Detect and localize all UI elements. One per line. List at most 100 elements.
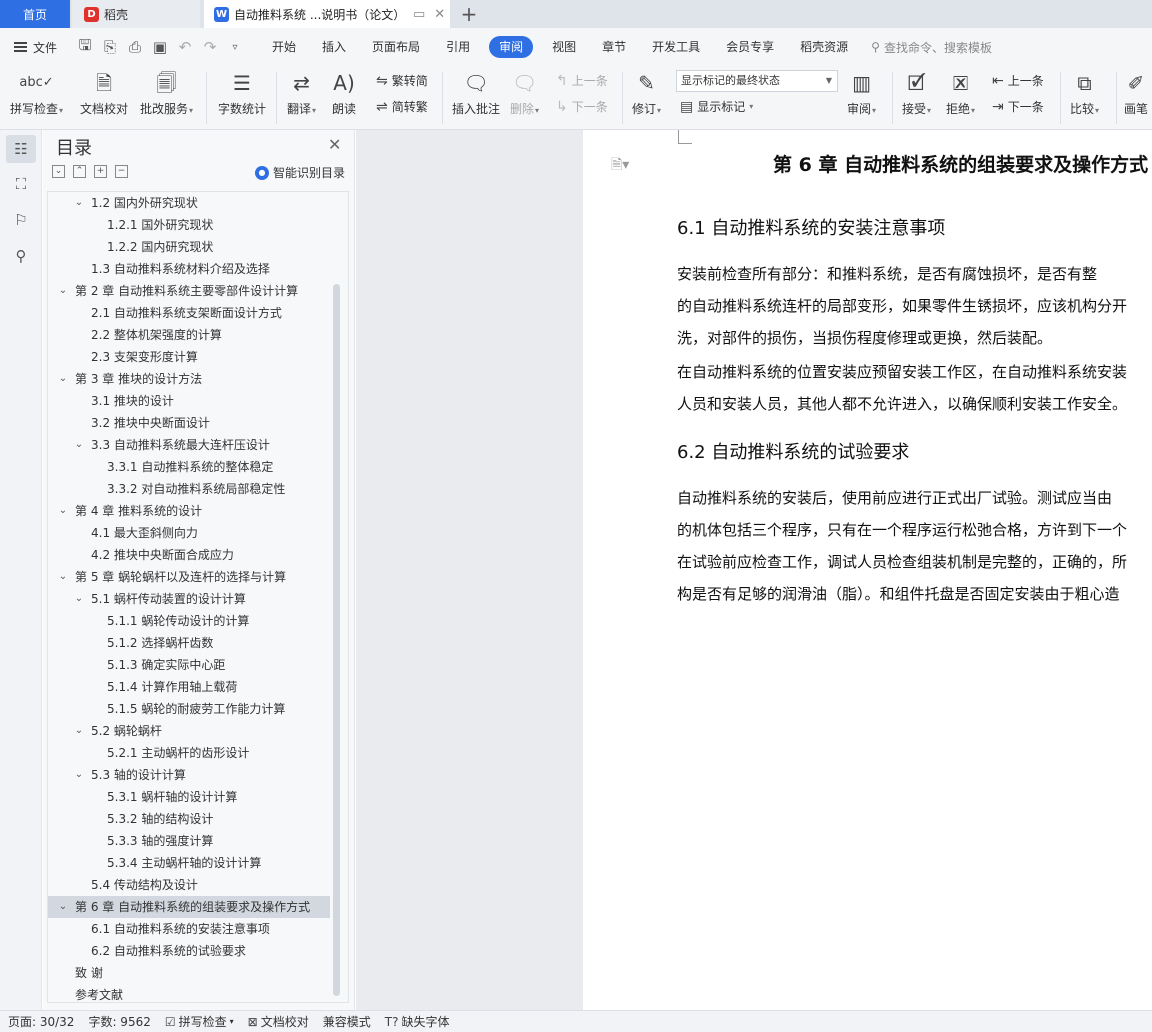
toc-item[interactable]: 5.1.1 蜗轮传动设计的计算 — [48, 610, 330, 632]
batch-service-button[interactable]: 🗐 批改服务▾ — [140, 68, 193, 117]
print-icon[interactable]: ⎙ — [127, 38, 143, 56]
status-spell-check[interactable]: ☑ 拼写检查 ▾ — [165, 1013, 234, 1030]
chevron-down-icon[interactable]: ⌄ — [57, 280, 69, 302]
delete-comment-button[interactable]: 🗨 删除▾ — [510, 68, 539, 117]
pen-button[interactable]: ✐ 画笔 — [1124, 68, 1148, 117]
track-changes-button[interactable]: ✎ 修订▾ — [632, 68, 661, 117]
insert-comment-button[interactable]: 🗨 插入批注 — [452, 68, 500, 117]
toc-item[interactable]: ⌄ 3.3 自动推料系统最大连杆压设计 — [48, 434, 330, 456]
paragraph-menu-icon[interactable]: 🗎▾ — [611, 154, 629, 178]
reject-button[interactable]: 🗷 拒绝▾ — [946, 68, 975, 117]
accept-button[interactable]: 🗹 接受▾ — [902, 68, 931, 117]
missing-font-button[interactable]: T? 缺失字体 — [385, 1013, 450, 1030]
spell-check-button[interactable]: abc✓ 拼写检查▾ — [10, 68, 63, 117]
trad-to-simp-button[interactable]: ⇋ 繁转简 — [376, 72, 428, 89]
toc-item[interactable]: ⌄ 第 6 章 自动推料系统的组装要求及操作方式 — [48, 896, 330, 918]
show-markup-button[interactable]: ▤ 显示标记 ▾ — [680, 98, 753, 115]
tab-pin-icon[interactable]: ▭ — [413, 7, 425, 22]
bookmark-button[interactable]: ⚐ — [6, 206, 36, 234]
toc-item[interactable]: 5.4 传动结构及设计 — [48, 874, 330, 896]
prev-change-button[interactable]: ⇤ 上一条 — [992, 72, 1044, 89]
toc-item[interactable]: 3.3.1 自动推料系统的整体稳定 — [48, 456, 330, 478]
chevron-down-icon[interactable]: ⌄ — [57, 896, 69, 918]
preview-icon[interactable]: ▣ — [152, 38, 168, 56]
toc-panel-button[interactable]: ☷ — [6, 135, 36, 163]
toc-item[interactable]: ⌄ 第 4 章 推料系统的设计 — [48, 500, 330, 522]
customize-icon[interactable]: ▿ — [227, 42, 243, 53]
smart-toc-button[interactable]: ● 智能识别目录 — [255, 164, 345, 181]
toc-item[interactable]: ⌄ 5.2 蜗轮蜗杆 — [48, 720, 330, 742]
close-icon[interactable]: ✕ — [328, 135, 341, 154]
toc-item[interactable]: 1.2.1 国外研究现状 — [48, 214, 330, 236]
doc-proof-button[interactable]: 🗎 文档校对 — [80, 68, 128, 117]
add-heading-icon[interactable]: + — [94, 165, 107, 178]
ribbon-tab[interactable]: 开始 — [259, 36, 309, 58]
toc-item[interactable]: 3.1 推块的设计 — [48, 390, 330, 412]
toc-item[interactable]: 2.1 自动推料系统支架断面设计方式 — [48, 302, 330, 324]
prev-comment-button[interactable]: ↰ 上一条 — [556, 72, 608, 89]
undo-icon[interactable]: ↶ — [177, 38, 193, 56]
toc-item[interactable]: ⌄ 5.1 蜗杆传动装置的设计计算 — [48, 588, 330, 610]
new-tab-button[interactable]: + — [455, 0, 483, 28]
ribbon-tab[interactable]: 引用 — [433, 36, 483, 58]
ribbon-tab[interactable]: 章节 — [589, 36, 639, 58]
review-pane-button[interactable]: ▥ 审阅▾ — [847, 68, 876, 117]
word-count-button[interactable]: ☰ 字数统计 — [218, 68, 266, 117]
toc-item[interactable]: 5.3.4 主动蜗杆轴的设计计算 — [48, 852, 330, 874]
toc-scrollbar[interactable] — [333, 284, 340, 996]
compare-button[interactable]: ⧉ 比较▾ — [1070, 68, 1099, 117]
simp-to-trad-button[interactable]: ⇌ 简转繁 — [376, 98, 428, 115]
toc-item[interactable]: 5.1.3 确定实际中心距 — [48, 654, 330, 676]
chevron-down-icon[interactable]: ⌄ — [57, 368, 69, 390]
find-button[interactable]: ⚲ — [6, 242, 36, 270]
document-page[interactable]: 🗎▾ 第 6 章 自动推料系统的组装要求及操作方式 6.1 自动推料系统的安装注… — [583, 130, 1152, 1010]
toc-item[interactable]: 5.3.2 轴的结构设计 — [48, 808, 330, 830]
toc-item[interactable]: 6.2 自动推料系统的试验要求 — [48, 940, 330, 962]
toc-item[interactable]: 5.1.2 选择蜗杆齿数 — [48, 632, 330, 654]
ribbon-tab[interactable]: 插入 — [309, 36, 359, 58]
toc-item[interactable]: 2.3 支架变形度计算 — [48, 346, 330, 368]
toc-item[interactable]: 5.3.3 轴的强度计算 — [48, 830, 330, 852]
ribbon-tab[interactable]: 开发工具 — [639, 36, 713, 58]
tab-home[interactable]: 首页 — [0, 0, 70, 28]
chevron-down-icon[interactable]: ⌄ — [73, 588, 85, 610]
export-pdf-icon[interactable]: ⎘ — [102, 38, 118, 56]
toc-item[interactable]: 5.1.5 蜗轮的耐疲劳工作能力计算 — [48, 698, 330, 720]
ribbon-tab[interactable]: 稻壳资源 — [787, 36, 861, 58]
chevron-down-icon[interactable]: ⌄ — [73, 720, 85, 742]
chevron-down-icon[interactable]: ⌄ — [73, 434, 85, 456]
toc-item[interactable]: ⌄ 5.3 轴的设计计算 — [48, 764, 330, 786]
ribbon-tab[interactable]: 会员专享 — [713, 36, 787, 58]
status-doc-proof[interactable]: ⊠ 文档校对 — [248, 1013, 309, 1030]
toc-item[interactable]: 致 谢 — [48, 962, 330, 984]
chevron-down-icon[interactable]: ⌄ — [73, 764, 85, 786]
collapse-up-icon[interactable]: ⌃ — [73, 165, 86, 178]
toc-item[interactable]: ⌄ 第 3 章 推块的设计方法 — [48, 368, 330, 390]
read-aloud-button[interactable]: A) 朗读 — [332, 68, 356, 117]
toc-item[interactable]: 2.2 整体机架强度的计算 — [48, 324, 330, 346]
tab-document[interactable]: W 自动推料系统 ...说明书（论文） ▭ ✕ — [204, 0, 450, 28]
remove-heading-icon[interactable]: − — [115, 165, 128, 178]
next-change-button[interactable]: ⇥ 下一条 — [992, 98, 1044, 115]
ribbon-tab[interactable]: 页面布局 — [359, 36, 433, 58]
ribbon-tab[interactable]: 视图 — [539, 36, 589, 58]
toc-item[interactable]: 5.2.1 主动蜗杆的齿形设计 — [48, 742, 330, 764]
toc-item[interactable]: 4.2 推块中央断面合成应力 — [48, 544, 330, 566]
next-comment-button[interactable]: ↳ 下一条 — [556, 98, 608, 115]
command-search[interactable]: ⚲ 查找命令、搜索模板 — [871, 39, 992, 56]
tab-daoke[interactable]: D 稻壳 — [72, 0, 200, 28]
toc-item[interactable]: ⌄ 第 5 章 蜗轮蜗杆以及连杆的选择与计算 — [48, 566, 330, 588]
toc-item[interactable]: 5.1.4 计算作用轴上载荷 — [48, 676, 330, 698]
file-menu-button[interactable]: 文件 — [0, 39, 67, 56]
close-icon[interactable]: ✕ — [434, 7, 445, 22]
chevron-down-icon[interactable]: ⌄ — [57, 500, 69, 522]
toc-item[interactable]: 4.1 最大歪斜侧向力 — [48, 522, 330, 544]
toc-item[interactable]: 5.3.1 蜗杆轴的设计计算 — [48, 786, 330, 808]
markup-state-select[interactable]: 显示标记的最终状态 ▼ — [676, 70, 838, 92]
toc-item[interactable]: 1.2.2 国内研究现状 — [48, 236, 330, 258]
toc-item[interactable]: 3.3.2 对自动推料系统局部稳定性 — [48, 478, 330, 500]
toc-item[interactable]: 1.3 自动推料系统材料介绍及选择 — [48, 258, 330, 280]
toc-item[interactable]: 3.2 推块中央断面设计 — [48, 412, 330, 434]
chapter-nav-button[interactable]: ⛶ — [6, 170, 36, 198]
save-icon[interactable]: 🖫 — [77, 35, 93, 60]
